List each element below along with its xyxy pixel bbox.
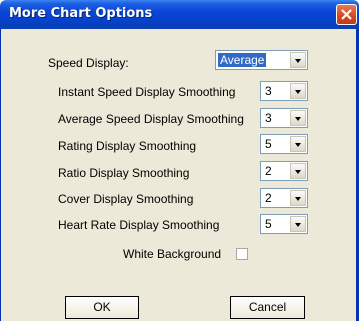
white-background-label: White Background — [123, 247, 222, 261]
dropdown-arrow-icon[interactable] — [290, 190, 306, 206]
dropdown-arrow-icon[interactable] — [290, 110, 306, 126]
cover-smoothing-label: Cover Display Smoothing — [58, 192, 194, 206]
average-speed-smoothing-select[interactable]: 3 — [260, 108, 308, 128]
close-icon — [341, 9, 352, 20]
dialog-body: Speed Display: Average Instant Speed Dis… — [0, 29, 359, 321]
rating-smoothing-select[interactable]: 5 — [260, 134, 308, 154]
window-title: More Chart Options — [9, 6, 153, 21]
average-speed-smoothing-value: 3 — [265, 111, 272, 125]
speed-display-value: Average — [218, 53, 267, 67]
instant-speed-smoothing-select[interactable]: 3 — [260, 81, 308, 101]
average-speed-smoothing-label: Average Speed Display Smoothing — [58, 112, 244, 126]
instant-speed-smoothing-label: Instant Speed Display Smoothing — [58, 85, 236, 99]
dropdown-arrow-icon[interactable] — [290, 52, 306, 68]
speed-display-select[interactable]: Average — [215, 50, 308, 70]
dropdown-arrow-icon[interactable] — [290, 216, 306, 232]
instant-speed-smoothing-value: 3 — [265, 84, 272, 98]
rating-smoothing-value: 5 — [265, 137, 272, 151]
cover-smoothing-value: 2 — [265, 191, 272, 205]
close-button[interactable] — [336, 4, 357, 25]
dropdown-arrow-icon[interactable] — [290, 83, 306, 99]
dropdown-arrow-icon[interactable] — [290, 163, 306, 179]
title-bar[interactable]: More Chart Options — [0, 0, 359, 29]
ok-button[interactable]: OK — [65, 296, 139, 319]
cancel-button[interactable]: Cancel — [230, 296, 305, 319]
white-background-checkbox[interactable] — [236, 248, 248, 260]
speed-display-label: Speed Display: — [48, 56, 129, 70]
ratio-smoothing-value: 2 — [265, 164, 272, 178]
cover-smoothing-select[interactable]: 2 — [260, 188, 308, 208]
ratio-smoothing-select[interactable]: 2 — [260, 161, 308, 181]
heart-rate-smoothing-value: 5 — [265, 217, 272, 231]
heart-rate-smoothing-select[interactable]: 5 — [260, 214, 308, 234]
rating-smoothing-label: Rating Display Smoothing — [58, 139, 197, 153]
dropdown-arrow-icon[interactable] — [290, 136, 306, 152]
ratio-smoothing-label: Ratio Display Smoothing — [58, 166, 190, 180]
heart-rate-smoothing-label: Heart Rate Display Smoothing — [58, 218, 220, 232]
